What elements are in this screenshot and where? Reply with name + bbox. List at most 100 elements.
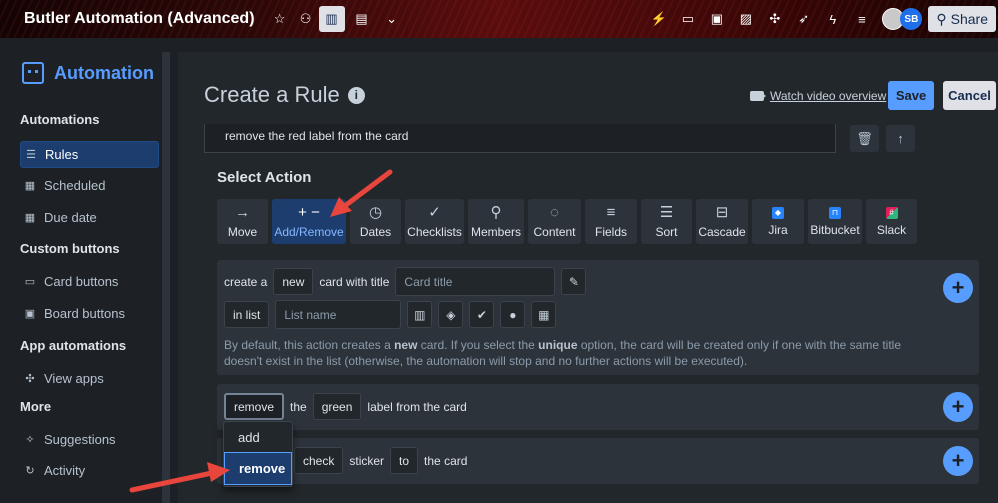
tab-label: Jira [768,222,788,237]
member-icon[interactable]: ● [500,301,526,328]
sidebar-item-view-apps[interactable]: ✣ View apps [20,365,159,392]
add-action-button[interactable]: + [943,273,973,303]
desc-text: card. If you select the [417,338,539,352]
trigger-summary: remove the red label from the card [204,124,836,153]
clock-icon: ◷ [368,204,383,221]
section-custom-buttons: Custom buttons [20,241,120,256]
select-action-heading: Select Action [217,169,312,186]
to-from-selector[interactable]: to [390,447,419,474]
desc-bold-new: new [394,338,418,352]
tab-checklists[interactable]: ✓ Checklists [405,199,464,244]
tab-sort[interactable]: ☰ Sort [641,199,692,244]
add-remove-dropdown: add remove [223,421,293,487]
dropdown-option-remove[interactable]: remove [224,452,292,485]
label-action: remove the green label from the card + [217,384,979,430]
sidebar-item-activity[interactable]: ↻ Activity [20,457,159,484]
sidebar-title: Automation [54,62,154,83]
calendar-icon: ▦ [24,180,36,192]
save-button[interactable]: Save [888,81,934,110]
tag-icon[interactable]: ◈ [438,301,464,328]
tab-jira[interactable]: ◆ Jira [752,199,804,244]
sidebar-scrollbar[interactable] [162,52,170,503]
tab-bitbucket[interactable]: ⊓ Bitbucket [808,199,862,244]
with-title-label: card with title [319,274,390,289]
tab-members[interactable]: ⚲ Members [468,199,524,244]
avatar-initials[interactable]: SB [900,8,923,30]
tab-label: Fields [594,225,627,239]
share-label: Share [950,11,988,27]
tab-dates[interactable]: ◷ Dates [350,199,401,244]
tab-fields[interactable]: ≡ Fields [585,199,637,244]
bitbucket-logo-icon: ⊓ [829,206,841,219]
sticker-label: sticker [349,453,385,468]
calendar-icon[interactable]: ▦ [531,301,557,328]
section-app-automations: App automations [20,338,127,353]
tab-move[interactable]: → Move [217,199,268,244]
new-unique-selector[interactable]: new [273,268,314,295]
sort-icon: ☰ [659,204,674,221]
image-icon[interactable]: ▨ [731,6,760,32]
sidebar-item-board-buttons[interactable]: ▣ Board buttons [20,300,159,327]
trash-icon[interactable]: 🗑 [850,125,879,152]
edit-icon[interactable]: ✎ [561,268,587,295]
sidebar-item-due-date[interactable]: ▦ Due date [20,204,159,231]
tab-slack[interactable]: # Slack [866,199,917,244]
comment-icon: ◌ [550,204,559,221]
rocket-icon[interactable]: ➶ [789,6,818,32]
person-icon: ⚲ [490,204,502,221]
sidebar-item-suggestions[interactable]: ✧ Suggestions [20,426,159,453]
watch-video-link[interactable]: Watch video overview [750,89,886,103]
checkmark-icon[interactable]: ✔ [469,301,495,328]
columns-icon[interactable]: ▥ [407,301,433,328]
create-prefix: create a [224,274,268,289]
tab-cascade[interactable]: ⊟ Cascade [696,199,748,244]
share-button[interactable]: ⚲ Share [928,6,996,32]
team-icon[interactable]: ⚇ [293,6,319,32]
sidebar-item-label: Suggestions [44,432,116,447]
integrations-icon[interactable]: ✣ [760,6,789,32]
list-row: in list List name ▥ ◈ ✔ ● ▦ [224,300,557,329]
sliders-icon: ☰ [26,149,36,161]
chevron-down-icon[interactable]: ⌄ [379,6,405,32]
tab-content[interactable]: ◌ Content [528,199,581,244]
card-icon[interactable]: ▣ [702,6,731,32]
add-remove-selector[interactable]: remove [224,393,285,420]
board-view-icon[interactable]: ▥ [318,6,345,32]
board-header: Butler Automation (Advanced) ☆ ⚇ ▥ ▤ ⌄ ⚡… [0,0,998,38]
sidebar-item-label: View apps [44,371,104,386]
sidebar-item-rules[interactable]: ☰ Rules [20,141,159,168]
power-up-icon[interactable]: ⚡ [644,6,673,32]
automation-bolt-icon[interactable]: ϟ [818,6,847,32]
add-action-button[interactable]: + [943,446,973,476]
watch-video-label: Watch video overview [770,89,887,103]
tab-label: Members [470,225,521,239]
board-title[interactable]: Butler Automation (Advanced) [24,10,255,28]
star-icon[interactable]: ☆ [267,6,293,32]
sidebar-item-label: Due date [44,210,97,225]
arrow-right-icon: → [235,204,250,221]
calendar-icon: ▦ [24,212,36,224]
add-action-button[interactable]: + [943,392,973,422]
header-right-tools: ⚡ ▭ ▣ ▨ ✣ ➶ ϟ ≡ SB ⚲ Share [644,0,998,38]
dropdown-option-add[interactable]: add [224,422,292,452]
in-list-selector[interactable]: in list [224,301,270,328]
info-icon[interactable]: i [347,86,365,104]
apps-icon: ✣ [25,373,35,385]
cancel-button[interactable]: Cancel [943,81,996,110]
card-icon: ▭ [24,276,36,288]
sidebar-item-card-buttons[interactable]: ▭ Card buttons [20,268,159,295]
sidebar-item-scheduled[interactable]: ▦ Scheduled [20,172,159,199]
check-icon: ✓ [428,204,441,221]
filter-icon[interactable]: ≡ [847,6,876,32]
sidebar-item-label: Board buttons [44,306,125,321]
table-view-icon[interactable]: ▤ [349,6,375,32]
tab-add-remove[interactable]: + − Add/Remove [272,199,346,244]
list-name-input[interactable]: List name [275,300,402,329]
card-title-input[interactable]: Card title [395,267,556,296]
tab-label: Move [227,225,258,239]
arrow-up-icon[interactable]: ↑ [886,125,915,152]
label-color-selector[interactable]: green [312,393,362,420]
sidebar-item-label: Rules [45,147,79,162]
sticker-type-selector[interactable]: check [294,447,344,474]
calendar-icon[interactable]: ▭ [673,6,702,32]
